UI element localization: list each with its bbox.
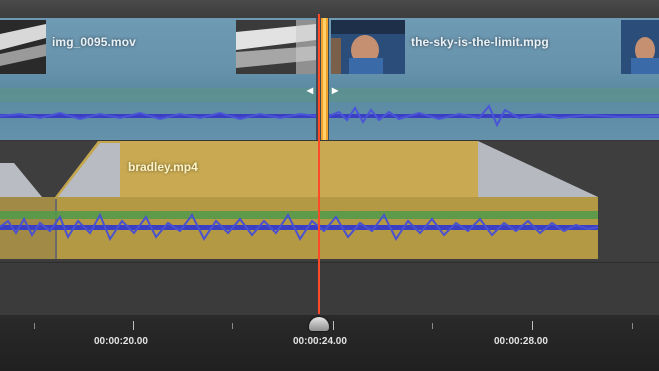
clip-name-label: the-sky-is-the-limit.mpg (411, 35, 549, 49)
clip-thumbnail (0, 20, 46, 74)
timeline-editor: img_0095.mov the-sky-is-the-limit.mpg br… (0, 0, 659, 371)
ruler-tick (632, 323, 633, 329)
clip-name-label: bradley.mp4 (128, 160, 198, 174)
trim-left-arrow-icon[interactable]: ◂ (307, 83, 313, 97)
audio-waveform (0, 111, 316, 121)
audio-clip-bradley[interactable]: bradley.mp4 (98, 141, 598, 261)
ruler-tick (34, 323, 35, 329)
ruler-tick (133, 321, 134, 330)
ruler-tick (333, 321, 334, 330)
audio-track-2: bradley.mp4 (0, 141, 659, 261)
video-clip-img-0095[interactable]: img_0095.mov (0, 18, 316, 140)
video-track-1: img_0095.mov the-sky-is-the-limit.mpg (0, 18, 659, 140)
ruler-tick (232, 323, 233, 329)
audio-waveform (329, 104, 659, 128)
clip-name-label: img_0095.mov (52, 35, 136, 49)
ruler-timecode: 00:00:28.00 (494, 336, 548, 347)
clip-thumbnail (236, 20, 316, 74)
trim-right-arrow-icon[interactable]: ▸ (332, 83, 338, 97)
empty-track-3[interactable] (0, 262, 659, 315)
clip-thumbnail (331, 20, 405, 74)
playhead-line[interactable] (318, 14, 320, 314)
ruler-tick (432, 323, 433, 329)
ruler-timecode: 00:00:20.00 (94, 336, 148, 347)
timeline-ruler[interactable]: 00:00:20.00 00:00:24.00 00:00:28.00 (0, 315, 659, 371)
ruler-timecode: 00:00:24.00 (293, 336, 347, 347)
video-clip-the-sky-is-the-limit[interactable]: the-sky-is-the-limit.mpg (329, 18, 659, 140)
ruler-tick (532, 321, 533, 330)
trim-marker[interactable] (321, 18, 328, 140)
playhead-handle-icon[interactable] (309, 317, 329, 331)
clip-thumbnail (621, 20, 659, 74)
